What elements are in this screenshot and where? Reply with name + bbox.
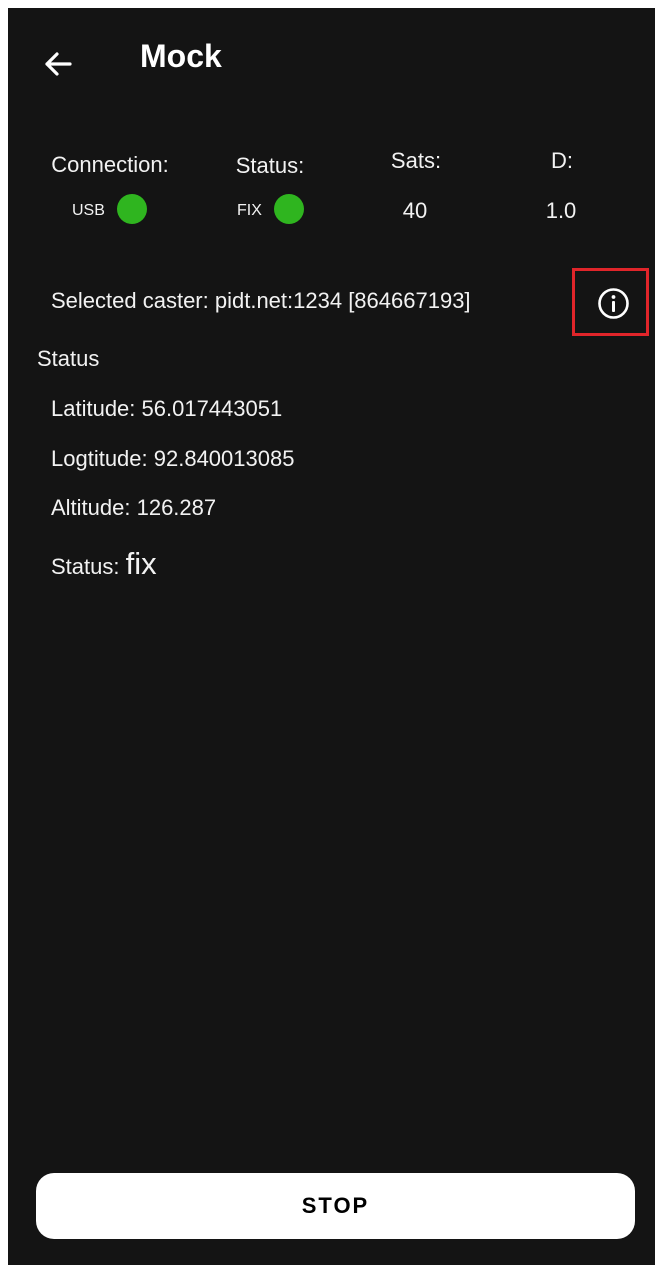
connection-label: Connection:	[51, 152, 169, 177]
page-title: Mock	[140, 38, 222, 74]
d-label: D:	[551, 148, 573, 173]
connection-value: USB	[72, 202, 105, 219]
sats-label: Sats:	[390, 148, 442, 173]
arrow-left-icon[interactable]	[40, 46, 76, 82]
stop-button[interactable]: STOP	[36, 1173, 635, 1239]
sats-value: 40	[402, 198, 428, 223]
status-value: FIX	[237, 202, 262, 219]
fix-status-indicator	[274, 194, 304, 224]
fix-status-label: Status:	[51, 554, 126, 579]
altitude-text: Altitude: 126.287	[51, 495, 217, 520]
d-value: 1.0	[545, 198, 577, 223]
info-highlight-box	[572, 268, 649, 336]
fix-status-value: fix	[125, 546, 157, 581]
fix-status-line: Status: fix	[51, 546, 157, 582]
longitude-text: Logtitude: 92.840013085	[51, 446, 295, 471]
connection-status-indicator	[117, 194, 147, 224]
mock-screen: Mock Connection: USB Status: FIX Sats: 4…	[8, 8, 655, 1265]
status-section-title: Status	[37, 346, 100, 371]
status-label: Status:	[235, 153, 305, 178]
info-icon[interactable]	[597, 287, 630, 320]
selected-caster: Selected caster: pidt.net:1234 [86466719…	[51, 288, 471, 313]
latitude-text: Latitude: 56.017443051	[51, 396, 283, 421]
